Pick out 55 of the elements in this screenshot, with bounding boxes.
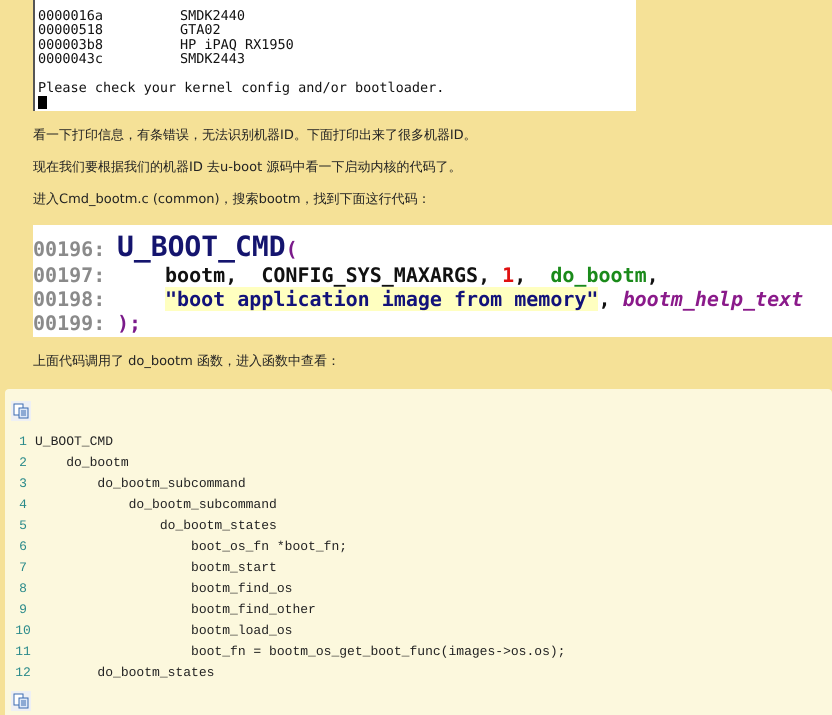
line-number: 10	[14, 622, 32, 640]
cursor	[38, 96, 47, 110]
line-number: 9	[18, 601, 28, 620]
code-token: U_BOOT_CMD	[117, 231, 286, 264]
code-line: do_bootm	[65, 454, 129, 472]
line-number: 4	[18, 496, 28, 514]
line-number: 3	[18, 475, 28, 494]
line-number: 5	[18, 517, 28, 536]
copy-icon[interactable]	[11, 401, 31, 422]
error-message: Please check your kernel config and/or bootloader.	[38, 80, 446, 96]
line-number: 8	[18, 580, 28, 598]
line-number: 2	[18, 454, 28, 472]
code-line: do_bootm_states	[158, 517, 277, 536]
code-token: ,	[598, 287, 612, 312]
paragraph: 进入Cmd_bootm.c (common)，搜索bootm，找到下面这行代码：	[32, 192, 432, 208]
code-token: ,	[646, 263, 659, 288]
line-number: 1	[18, 433, 28, 452]
code-line: boot_fn = bootm_os_get_boot_func(images->os.os);	[190, 643, 566, 662]
code-line: do_bootm_subcommand	[96, 475, 246, 494]
code-line: bootm_start	[190, 559, 277, 578]
machine-id: 00000518	[38, 23, 104, 38]
code-line: bootm_find_os	[190, 580, 292, 598]
line-number: 7	[18, 559, 28, 578]
code-token: (	[286, 237, 298, 262]
paragraph: 上面代码调用了 do_bootm 函数，进入函数中查看：	[32, 354, 341, 370]
line-number: 11	[14, 643, 32, 662]
code-token: bootm_help_text	[622, 287, 804, 312]
copy-icon[interactable]	[11, 691, 31, 712]
code-token: ,	[514, 263, 528, 288]
code-line: bootm_load_os	[190, 622, 292, 640]
machine-id: 0000043c	[38, 52, 104, 67]
line-number: 00198:	[33, 287, 106, 312]
paragraph: 现在我们要根据我们的机器ID 去u-boot 源码中看一下启动内核的代码了。	[32, 160, 462, 176]
machine-name: SMDK2443	[180, 52, 246, 67]
line-number: 00197:	[33, 263, 106, 288]
code-token: bootm, CONFIG_SYS_MAXARGS,	[165, 263, 492, 288]
code-line: do_bootm_states	[96, 664, 214, 682]
code-token: "boot application image from memory"	[165, 287, 598, 312]
code-line: U_BOOT_CMD	[35, 433, 114, 452]
machine-id: 000003b8	[38, 38, 104, 52]
code-line: boot_os_fn *boot_fn;	[190, 538, 348, 556]
line-number: 00199:	[33, 311, 106, 336]
code-token: );	[117, 311, 142, 336]
code-token: do_bootm	[550, 263, 647, 288]
machine-id: 0000016a	[38, 9, 104, 24]
code-line: do_bootm_subcommand	[128, 496, 277, 514]
machine-name: SMDK2440	[180, 9, 246, 24]
code-token: 1	[502, 263, 514, 288]
line-number: 00196:	[33, 237, 106, 262]
machine-name: GTA02	[180, 23, 222, 38]
line-number: 12	[14, 664, 32, 682]
code-line: bootm_find_other	[190, 601, 316, 620]
paragraph: 看一下打印信息，有条错误，无法识别机器ID。下面打印出来了很多机器ID。	[32, 128, 478, 144]
line-number: 6	[18, 538, 28, 556]
machine-name: HP iPAQ RX1950	[180, 38, 295, 52]
